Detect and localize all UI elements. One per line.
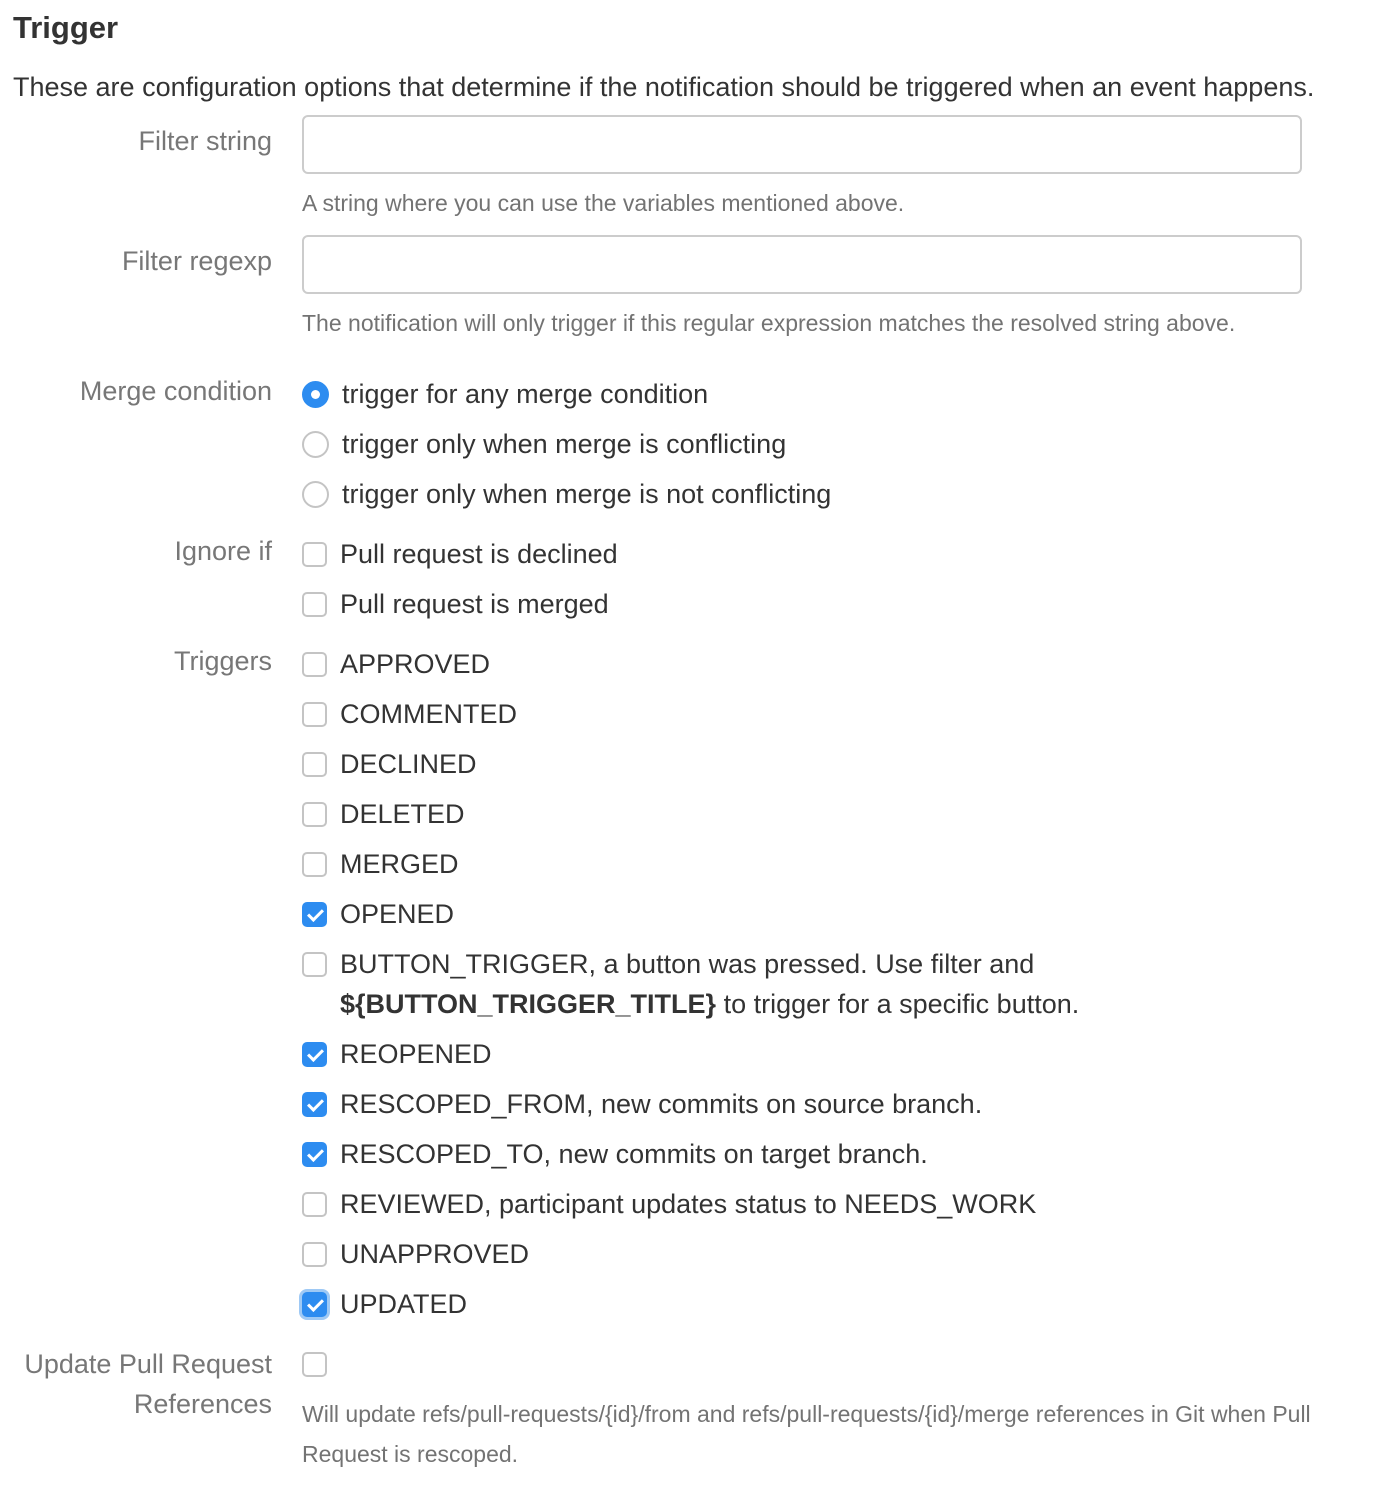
trigger-rescoped-from-option[interactable]: RESCOPED_FROM, new commits on source bra… (302, 1084, 982, 1124)
checkbox[interactable] (302, 652, 327, 677)
option-label: RESCOPED_TO, new commits on target branc… (340, 1139, 928, 1169)
option-label-text-after: to trigger for a specific button. (716, 989, 1080, 1019)
option-label: REOPENED (340, 1039, 492, 1069)
checkbox-checked[interactable] (302, 902, 327, 927)
option-label: trigger only when merge is conflicting (342, 429, 787, 459)
filter-string-input[interactable] (302, 115, 1302, 174)
checkbox[interactable] (302, 702, 327, 727)
option-label: UNAPPROVED (340, 1239, 530, 1269)
filter-regexp-input[interactable] (302, 235, 1302, 294)
trigger-reviewed-option[interactable]: REVIEWED, participant updates status to … (302, 1184, 1036, 1224)
merge-condition-any-option[interactable]: trigger for any merge condition (302, 374, 708, 414)
option-label: RESCOPED_FROM, new commits on source bra… (340, 1089, 983, 1119)
radio-button[interactable] (302, 431, 329, 458)
option-label-variable: ${BUTTON_TRIGGER_TITLE} (340, 989, 717, 1019)
checkbox[interactable] (302, 952, 327, 977)
trigger-button-trigger-option[interactable]: BUTTON_TRIGGER, a button was pressed. Us… (302, 944, 1102, 1024)
trigger-merged-option[interactable]: MERGED (302, 844, 459, 884)
filter-string-help: A string where you can use the variables… (302, 190, 905, 216)
checkbox[interactable] (302, 1352, 327, 1377)
ignore-if-label: Ignore if (174, 536, 272, 566)
trigger-unapproved-option[interactable]: UNAPPROVED (302, 1234, 529, 1274)
trigger-rescoped-to-option[interactable]: RESCOPED_TO, new commits on target branc… (302, 1134, 928, 1174)
option-label: REVIEWED, participant updates status to … (340, 1189, 1037, 1219)
section-title: Trigger (13, 10, 119, 45)
trigger-approved-option[interactable]: APPROVED (302, 644, 490, 684)
radio-button-selected[interactable] (302, 381, 329, 408)
option-label: COMMENTED (340, 699, 517, 729)
merge-condition-not-conflicting-option[interactable]: trigger only when merge is not conflicti… (302, 474, 831, 514)
option-label-text: BUTTON_TRIGGER, a button was pressed. Us… (340, 949, 1035, 979)
option-label: DELETED (340, 799, 465, 829)
checkbox[interactable] (302, 752, 327, 777)
filter-regexp-label: Filter regexp (121, 246, 272, 276)
filter-string-label: Filter string (138, 126, 272, 156)
update-refs-help: Will update refs/pull-requests/{id}/from… (302, 1401, 1311, 1467)
merge-condition-label: Merge condition (79, 376, 272, 406)
checkbox-checked[interactable] (302, 1042, 327, 1067)
checkbox[interactable] (302, 542, 327, 567)
option-label: UPDATED (340, 1289, 468, 1319)
option-label: DECLINED (340, 749, 477, 779)
trigger-reopened-option[interactable]: REOPENED (302, 1034, 492, 1074)
filter-regexp-help: The notification will only trigger if th… (302, 310, 1236, 336)
option-label: Pull request is merged (340, 589, 609, 619)
option-label: trigger only when merge is not conflicti… (342, 479, 832, 509)
checkbox[interactable] (302, 1192, 327, 1217)
update-refs-label: Update Pull Request References (24, 1349, 272, 1419)
checkbox-checked[interactable] (302, 1142, 327, 1167)
trigger-updated-option[interactable]: UPDATED (302, 1284, 467, 1324)
option-label: BUTTON_TRIGGER, a button was pressed. Us… (340, 944, 1079, 1024)
checkbox[interactable] (302, 1242, 327, 1267)
checkbox[interactable] (302, 852, 327, 877)
update-refs-option[interactable] (302, 1344, 327, 1377)
ignore-if-merged-option[interactable]: Pull request is merged (302, 584, 609, 624)
option-label: APPROVED (340, 649, 491, 679)
option-label: trigger for any merge condition (342, 379, 709, 409)
option-label: MERGED (340, 849, 459, 879)
option-label: Pull request is declined (340, 539, 618, 569)
merge-condition-conflicting-option[interactable]: trigger only when merge is conflicting (302, 424, 786, 464)
checkbox-checked[interactable] (302, 1292, 327, 1317)
section-description: These are configuration options that det… (13, 72, 1315, 102)
trigger-commented-option[interactable]: COMMENTED (302, 694, 517, 734)
checkbox-checked[interactable] (302, 1092, 327, 1117)
triggers-label: Triggers (173, 646, 272, 676)
trigger-opened-option[interactable]: OPENED (302, 894, 454, 934)
option-label: OPENED (340, 899, 455, 929)
checkbox[interactable] (302, 802, 327, 827)
trigger-deleted-option[interactable]: DELETED (302, 794, 465, 834)
radio-button[interactable] (302, 481, 329, 508)
trigger-declined-option[interactable]: DECLINED (302, 744, 477, 784)
ignore-if-declined-option[interactable]: Pull request is declined (302, 534, 618, 574)
checkbox[interactable] (302, 592, 327, 617)
